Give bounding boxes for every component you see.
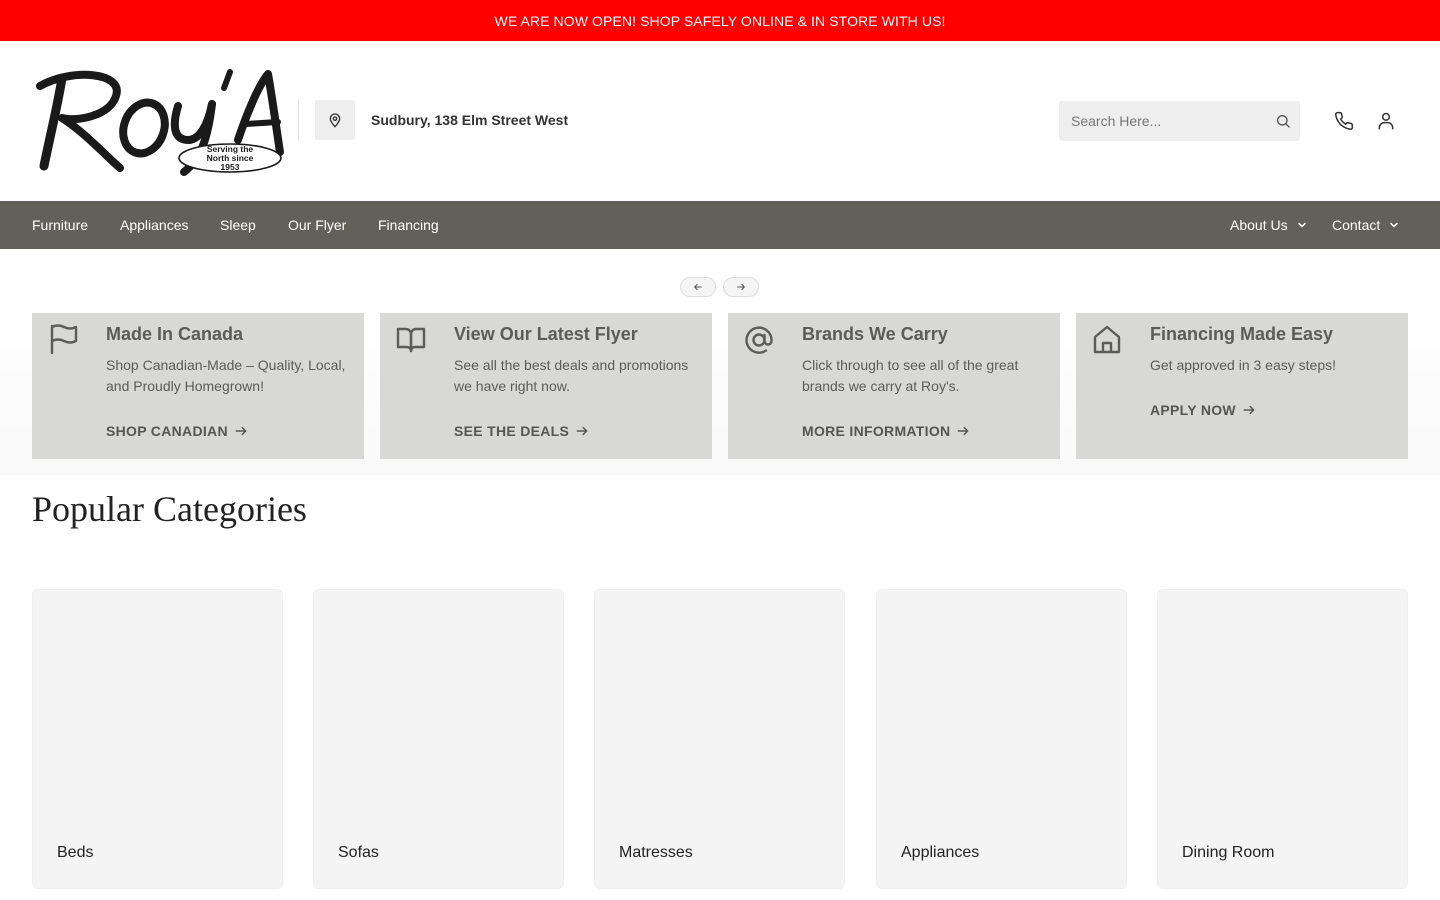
nav-furniture[interactable]: Furniture (32, 201, 88, 249)
category-card-matresses[interactable]: Matresses (594, 589, 845, 889)
promo-description: See all the best deals and promotions we… (454, 357, 689, 394)
arrow-right-icon (958, 426, 969, 436)
main-nav: Furniture Appliances Sleep Our Flyer Fin… (0, 201, 1440, 249)
promo-card-latest-flyer: View Our Latest Flyer See all the best d… (380, 313, 712, 459)
category-card-beds[interactable]: Beds (32, 589, 283, 889)
section-title: Popular Categories (32, 489, 307, 529)
carousel-prev-button[interactable] (680, 277, 716, 297)
arrow-right-icon (1243, 405, 1255, 415)
arrow-left-icon (694, 283, 702, 291)
category-label: Appliances (901, 844, 980, 861)
nav-appliances[interactable]: Appliances (120, 201, 189, 249)
shop-canadian-link[interactable]: SHOP CANADIAN (106, 423, 248, 439)
announcement-text: WE ARE NOW OPEN! SHOP SAFELY ONLINE & IN… (494, 12, 946, 29)
promo-link-label: SEE THE DEALS (454, 423, 570, 439)
nav-contact-label: Contact (1332, 217, 1381, 233)
promo-card-made-in-canada: Made In Canada Shop Canadian-Made – Qual… (32, 313, 364, 459)
book-open-icon (396, 327, 426, 353)
phone-icon[interactable] (1334, 111, 1354, 131)
promo-title: Made In Canada (106, 324, 244, 344)
category-label: Beds (57, 844, 94, 861)
site-header: Serving the North since 1953 Sudbury, 13… (0, 41, 1440, 201)
flag-icon (50, 324, 78, 355)
nav-contact[interactable]: Contact (1332, 201, 1400, 249)
promo-description: Shop Canadian-Made – Quality, Local, and… (106, 357, 346, 394)
promo-description: Click through to see all of the great br… (802, 357, 1019, 394)
promo-description: Get approved in 3 easy steps! (1150, 357, 1336, 373)
arrow-right-icon (737, 283, 745, 291)
promo-link-label: APPLY NOW (1150, 402, 1236, 418)
category-card-sofas[interactable]: Sofas (313, 589, 564, 889)
category-card-appliances[interactable]: Appliances (876, 589, 1127, 889)
location-button[interactable] (315, 100, 355, 140)
promo-link-label: MORE INFORMATION (802, 423, 951, 439)
chevron-down-icon (1297, 223, 1306, 228)
nav-sleep[interactable]: Sleep (220, 201, 256, 249)
promo-title: View Our Latest Flyer (454, 324, 638, 344)
map-pin-icon (329, 113, 341, 128)
promo-title: Financing Made Easy (1150, 324, 1334, 344)
store-location[interactable]: Sudbury, 138 Elm Street West (371, 112, 568, 128)
category-label: Dining Room (1182, 844, 1275, 861)
category-card-dining-room[interactable]: Dining Room (1157, 589, 1408, 889)
home-icon (1093, 325, 1121, 354)
category-label: Matresses (619, 844, 693, 861)
promo-title: Brands We Carry (802, 324, 948, 344)
nav-about-us[interactable]: About Us (1230, 201, 1308, 249)
more-information-link[interactable]: MORE INFORMATION (802, 423, 970, 439)
apply-now-link[interactable]: APPLY NOW (1150, 402, 1256, 418)
site-logo[interactable]: Serving the North since 1953 (32, 66, 284, 176)
search-icon[interactable] (1275, 113, 1291, 129)
promo-link-label: SHOP CANADIAN (106, 423, 228, 439)
promo-card-financing: Financing Made Easy Get approved in 3 ea… (1076, 313, 1408, 459)
nav-about-us-label: About Us (1230, 217, 1288, 233)
carousel-next-button[interactable] (723, 277, 759, 297)
arrow-right-icon (235, 426, 247, 436)
header-divider (298, 100, 299, 140)
search-input[interactable] (1059, 101, 1269, 141)
category-label: Sofas (338, 844, 379, 861)
promo-card-brands: Brands We Carry Click through to see all… (728, 313, 1060, 459)
search-box (1059, 101, 1300, 141)
chevron-down-icon (1390, 223, 1398, 228)
arrow-right-icon (576, 426, 588, 436)
nav-financing[interactable]: Financing (378, 201, 439, 249)
see-the-deals-link[interactable]: SEE THE DEALS (454, 423, 589, 439)
announcement-bar: WE ARE NOW OPEN! SHOP SAFELY ONLINE & IN… (0, 0, 1440, 41)
user-icon[interactable] (1376, 111, 1396, 131)
nav-our-flyer[interactable]: Our Flyer (288, 201, 346, 249)
logo-tagline-3: 1953 (221, 162, 240, 172)
at-sign-icon (745, 326, 773, 354)
